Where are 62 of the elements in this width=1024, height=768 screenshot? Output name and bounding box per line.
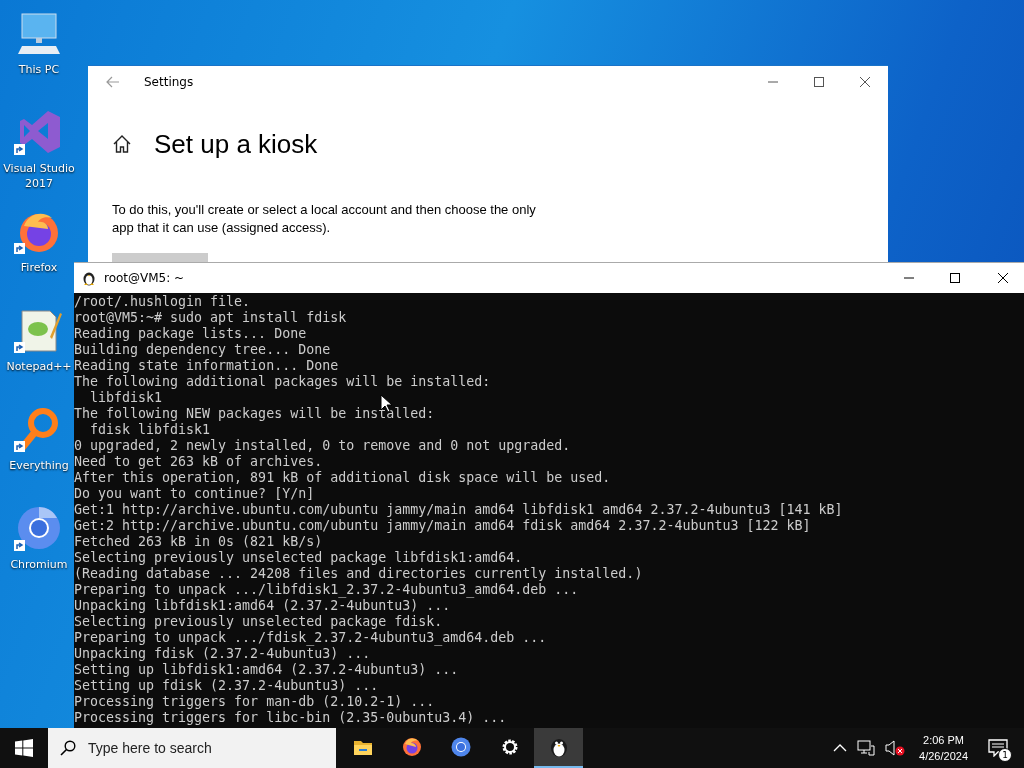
terminal-line: The following NEW packages will be installed: bbox=[74, 406, 435, 422]
terminal-line: libfdisk1 bbox=[89, 390, 163, 406]
maximize-icon bbox=[949, 272, 961, 284]
terminal-line: Need to get 263 kB of archives. bbox=[74, 454, 323, 470]
home-icon[interactable] bbox=[112, 134, 132, 154]
terminal-line: fdisk libfdisk1 bbox=[89, 422, 211, 438]
terminal-line: Selecting previously unselected package fdisk. bbox=[74, 614, 443, 630]
icon-label[interactable]: Chromium bbox=[10, 557, 68, 572]
penguin-icon bbox=[548, 737, 569, 757]
chromium-icon[interactable] bbox=[16, 505, 62, 551]
terminal-line: Setting up libfdisk1:amd64 (2.37.2-4ubuntu3) ... bbox=[74, 662, 459, 678]
terminal-line: Selecting previously unselected package libfdisk1:amd64. bbox=[74, 550, 523, 566]
terminal-line: Unpacking libfdisk1:amd64 (2.37.2-4ubuntu3) ... bbox=[74, 598, 451, 614]
terminal-line: /root/.hushlogin file. bbox=[74, 294, 251, 310]
search-field[interactable]: Type here to search bbox=[86, 739, 330, 757]
icon-label[interactable]: Visual Studio 2017 bbox=[0, 161, 78, 191]
terminal-line: Do you want to continue? [Y/n] bbox=[74, 486, 315, 502]
terminal-line: (Reading database ... 24208 files and directories currently installed.) bbox=[74, 566, 643, 582]
clock-time: 2:06 PM bbox=[923, 733, 964, 748]
notification-count-badge: 1 bbox=[998, 748, 1012, 762]
notifications-button[interactable]: 1 bbox=[978, 728, 1018, 768]
terminal-line: Processing triggers for man-db (2.10.2-1) ... bbox=[74, 694, 435, 710]
terminal-line: root@VM5:~# sudo apt install fdisk bbox=[74, 310, 347, 326]
terminal-line: Get:1 http://archive.ubuntu.com/ubuntu jammy/main amd64 libfdisk1 amd64 2.37.2-4ubuntu3 [141 kB] bbox=[74, 502, 843, 518]
back-arrow-icon[interactable] bbox=[106, 76, 120, 88]
search-icon bbox=[60, 740, 76, 756]
muted-speaker-icon[interactable] bbox=[885, 740, 906, 756]
page-heading: Set up a kiosk bbox=[154, 128, 318, 160]
terminal-line: Setting up fdisk (2.37.2-4ubuntu3) ... bbox=[74, 678, 379, 694]
chevron-up-icon[interactable] bbox=[833, 744, 848, 752]
terminal-line: Preparing to unpack .../fdisk_2.37.2-4ubuntu3_amd64.deb ... bbox=[74, 630, 547, 646]
terminal-line: 0 upgraded, 2 newly installed, 0 to remove and 0 not upgraded. bbox=[74, 438, 571, 454]
fox-globe-icon bbox=[401, 737, 422, 757]
terminal-line: Fetched 263 kB in 0s (821 kB/s) bbox=[74, 534, 323, 550]
terminal-line: Reading state information... Done bbox=[74, 358, 339, 374]
terminal-line: Reading package lists... Done bbox=[74, 326, 307, 342]
window-title: root@VM5: ~ bbox=[104, 271, 185, 285]
close-icon bbox=[996, 272, 1009, 284]
network-icon[interactable] bbox=[857, 740, 876, 756]
icon-label[interactable]: Firefox bbox=[20, 260, 58, 275]
chromium-icon bbox=[450, 737, 471, 757]
terminal-line: Processing triggers for libc-bin (2.35-0ubuntu3.4) ... bbox=[74, 710, 507, 726]
terminal-line: Get:2 http://archive.ubuntu.com/ubuntu jammy/main amd64 fdisk amd64 2.37.2-4ubuntu3 [122 kB] bbox=[74, 518, 811, 534]
icon-label[interactable]: This PC bbox=[18, 62, 60, 77]
windows-logo-icon bbox=[15, 739, 33, 757]
computer-icon[interactable] bbox=[16, 10, 62, 56]
window-title: Settings bbox=[144, 75, 194, 89]
terminal-line: Unpacking fdisk (2.37.2-4ubuntu3) ... bbox=[74, 646, 371, 662]
terminal-line: Preparing to unpack .../libfdisk1_2.37.2-4ubuntu3_amd64.deb ... bbox=[74, 582, 579, 598]
close-icon bbox=[859, 76, 871, 88]
penguin-icon bbox=[82, 270, 96, 286]
search-bar[interactable]: Type here to search bbox=[48, 728, 336, 768]
terminal-line: After this operation, 891 kB of additional disk space will be used. bbox=[74, 470, 611, 486]
icon-label[interactable]: Everything bbox=[9, 458, 69, 473]
terminal-line: The following additional packages will be installed: bbox=[74, 374, 491, 390]
icon-label[interactable]: Notepad++ bbox=[6, 359, 72, 374]
taskbar-app-button[interactable] bbox=[534, 728, 583, 768]
clock-date: 4/26/2024 bbox=[919, 749, 968, 764]
maximize-icon bbox=[813, 76, 825, 88]
chat-bubble-icon bbox=[988, 739, 1008, 757]
terminal-line: Building dependency tree... Done bbox=[74, 342, 331, 358]
description-text: To do this, you'll create or select a local account and then choose the only app that it can use (assigned access). bbox=[112, 201, 537, 237]
